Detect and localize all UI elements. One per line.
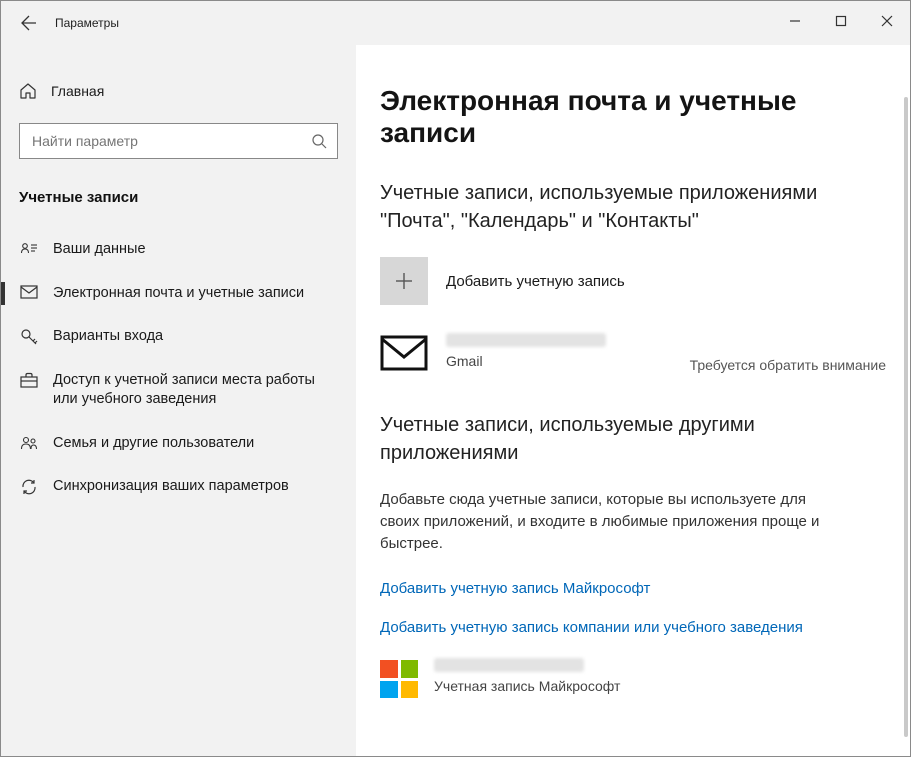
- account-type: Gmail: [446, 353, 672, 369]
- home-icon: [19, 82, 37, 100]
- window-title: Параметры: [55, 16, 119, 30]
- sidebar-category: Учетные записи: [1, 179, 356, 228]
- maximize-button[interactable]: [818, 1, 864, 41]
- search-input[interactable]: [30, 132, 311, 150]
- search-icon: [311, 133, 327, 149]
- sidebar: Главная Учетные записи Ваши данные: [1, 45, 356, 756]
- section-title-other-apps: Учетные записи, используемые другими при…: [380, 411, 886, 467]
- close-button[interactable]: [864, 1, 910, 41]
- people-icon: [19, 435, 39, 451]
- account-type: Учетная запись Майкрософт: [434, 678, 886, 694]
- section-title-mail-apps: Учетные записи, используемые приложениям…: [380, 179, 886, 235]
- scrollbar[interactable]: [904, 97, 908, 737]
- content-area: Электронная почта и учетные записи Учетн…: [356, 45, 910, 756]
- back-button[interactable]: [9, 1, 49, 45]
- account-email-redacted: [446, 333, 606, 347]
- person-card-icon: [19, 241, 39, 255]
- sidebar-item-sync[interactable]: Синхронизация ваших параметров: [1, 465, 356, 509]
- sidebar-item-email-accounts[interactable]: Электронная почта и учетные записи: [1, 272, 356, 316]
- minimize-button[interactable]: [772, 1, 818, 41]
- maximize-icon: [835, 15, 847, 27]
- plus-icon: [393, 270, 415, 292]
- envelope-icon: [380, 335, 428, 375]
- briefcase-icon: [19, 372, 39, 388]
- add-account-button[interactable]: Добавить учетную запись: [380, 257, 886, 305]
- titlebar: Параметры: [1, 1, 910, 45]
- close-icon: [881, 15, 893, 27]
- minimize-icon: [789, 15, 801, 27]
- sidebar-item-work-access[interactable]: Доступ к учетной записи места работы или…: [1, 359, 356, 422]
- settings-window: Параметры Главная: [0, 0, 911, 757]
- sidebar-item-label: Электронная почта и учетные записи: [53, 284, 304, 304]
- search-box[interactable]: [19, 123, 338, 159]
- home-link[interactable]: Главная: [1, 73, 356, 109]
- add-work-account-link[interactable]: Добавить учетную запись компании или уче…: [380, 619, 886, 636]
- sidebar-item-label: Синхронизация ваших параметров: [53, 477, 289, 497]
- plus-tile: [380, 257, 428, 305]
- add-ms-account-link[interactable]: Добавить учетную запись Майкрософт: [380, 580, 886, 597]
- add-account-label: Добавить учетную запись: [446, 273, 625, 290]
- microsoft-logo-icon: [380, 660, 418, 698]
- sidebar-item-family[interactable]: Семья и другие пользователи: [1, 422, 356, 466]
- account-item-microsoft[interactable]: Учетная запись Майкрософт: [380, 658, 886, 698]
- window-controls: [772, 1, 910, 41]
- account-item-gmail[interactable]: Gmail Требуется обратить внимание: [380, 333, 886, 375]
- page-title: Электронная почта и учетные записи: [380, 85, 886, 149]
- sidebar-item-label: Семья и другие пользователи: [53, 434, 254, 454]
- sync-icon: [19, 478, 39, 496]
- sidebar-item-label: Доступ к учетной записи места работы или…: [53, 371, 340, 410]
- sidebar-item-your-info[interactable]: Ваши данные: [1, 228, 356, 272]
- sidebar-item-signin-options[interactable]: Варианты входа: [1, 315, 356, 359]
- section-description: Добавьте сюда учетные записи, которые вы…: [380, 489, 840, 554]
- account-status: Требуется обратить внимание: [690, 357, 886, 375]
- account-email-redacted: [434, 658, 584, 672]
- sidebar-item-label: Ваши данные: [53, 240, 146, 260]
- sidebar-item-label: Варианты входа: [53, 327, 163, 347]
- key-icon: [19, 328, 39, 346]
- home-label: Главная: [51, 83, 104, 99]
- arrow-left-icon: [21, 15, 37, 31]
- mail-icon: [19, 285, 39, 299]
